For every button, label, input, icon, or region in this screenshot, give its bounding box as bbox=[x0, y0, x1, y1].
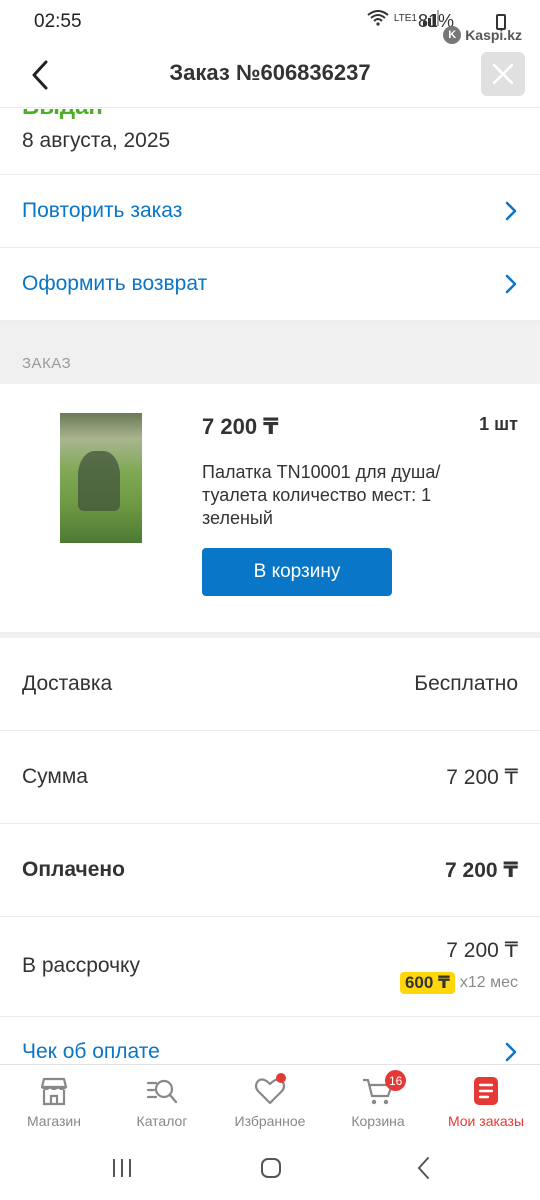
order-status: Выдан bbox=[22, 109, 103, 121]
installment-row: В рассрочку 7 200 ₸ 600 ₸ х12 мес bbox=[0, 917, 540, 1017]
catalog-search-icon bbox=[146, 1079, 178, 1104]
installment-value: 7 200 ₸ bbox=[446, 939, 518, 962]
tab-catalog[interactable]: Каталог bbox=[108, 1065, 216, 1138]
header: Заказ №606836237 bbox=[0, 44, 540, 108]
product-image[interactable] bbox=[60, 413, 142, 543]
favorites-notification-dot bbox=[276, 1073, 286, 1083]
repeat-order-label: Повторить заказ bbox=[22, 199, 183, 222]
status-bar: 02:55 LTE1 81% K Kaspi.kz bbox=[0, 0, 540, 44]
brand-label: Kaspi.kz bbox=[465, 27, 522, 43]
item-quantity: 1 шт bbox=[479, 414, 518, 434]
page-title: Заказ №606836237 bbox=[169, 60, 371, 85]
add-to-cart-button[interactable]: В корзину bbox=[202, 548, 392, 596]
sum-value: 7 200 ₸ bbox=[446, 765, 518, 789]
delivery-value: Бесплатно bbox=[414, 672, 518, 695]
chevron-right-icon bbox=[505, 201, 517, 221]
kaspi-logo-icon: K bbox=[443, 26, 462, 44]
product-name[interactable]: Палатка TN10001 для душа/туалета количес… bbox=[202, 461, 502, 530]
product-image-detail bbox=[78, 451, 120, 511]
order-date: 8 августа, 2025 bbox=[22, 129, 171, 152]
tab-my-orders-label: Мои заказы bbox=[447, 1113, 525, 1129]
installment-term: х12 мес bbox=[459, 974, 518, 991]
payment-receipt-label: Чек об оплате bbox=[22, 1040, 160, 1063]
tab-shop-label: Магазин bbox=[26, 1113, 81, 1129]
tab-my-orders[interactable]: Мои заказы bbox=[432, 1065, 540, 1138]
recent-apps-icon[interactable] bbox=[110, 1156, 134, 1180]
delivery-row: Доставка Бесплатно bbox=[0, 638, 540, 731]
orders-icon bbox=[474, 1077, 498, 1105]
system-nav-bar bbox=[0, 1138, 540, 1200]
close-icon bbox=[492, 63, 514, 85]
status-time: 02:55 bbox=[34, 11, 82, 32]
order-section-label: ЗАКАЗ bbox=[22, 355, 72, 372]
delivery-label: Доставка bbox=[22, 672, 113, 695]
chevron-right-icon bbox=[505, 274, 517, 294]
order-details[interactable]: Выдан 8 августа, 2025 Повторить заказ Оф… bbox=[0, 109, 540, 1064]
installment-monthly-badge: 600 ₸ bbox=[399, 972, 455, 994]
bottom-tab-bar: Магазин Каталог Избранное 16 Корзина Мои… bbox=[0, 1064, 540, 1138]
installment-monthly: 600 ₸ х12 мес bbox=[399, 972, 518, 994]
tab-favorites[interactable]: Избранное bbox=[216, 1065, 324, 1138]
order-status-block: Выдан 8 августа, 2025 bbox=[0, 109, 540, 175]
tab-cart-label: Корзина bbox=[351, 1113, 405, 1129]
paid-row: Оплачено 7 200 ₸ bbox=[0, 824, 540, 917]
chevron-right-icon bbox=[505, 1042, 517, 1062]
order-item: 7 200 ₸ 1 шт Палатка TN10001 для душа/ту… bbox=[0, 384, 540, 638]
cart-count-badge: 16 bbox=[385, 1070, 407, 1091]
home-icon[interactable] bbox=[259, 1156, 283, 1180]
sum-label: Сумма bbox=[22, 765, 88, 788]
section-header: ЗАКАЗ bbox=[0, 321, 540, 384]
nav-back-icon[interactable] bbox=[412, 1156, 436, 1180]
tab-cart[interactable]: 16 Корзина bbox=[324, 1065, 432, 1138]
tab-shop[interactable]: Магазин bbox=[0, 1065, 108, 1138]
shop-icon bbox=[40, 1077, 68, 1106]
wifi-icon bbox=[367, 10, 389, 26]
paid-value: 7 200 ₸ bbox=[445, 858, 518, 882]
item-price: 7 200 ₸ bbox=[202, 414, 279, 439]
brand-watermark: K Kaspi.kz bbox=[443, 26, 522, 44]
return-order-label: Оформить возврат bbox=[22, 272, 208, 295]
network-type: LTE1 bbox=[393, 12, 417, 24]
paid-label: Оплачено bbox=[22, 858, 125, 881]
tab-favorites-label: Избранное bbox=[234, 1113, 306, 1129]
sum-row: Сумма 7 200 ₸ bbox=[0, 731, 540, 824]
installment-label: В рассрочку bbox=[22, 954, 140, 977]
return-order-row[interactable]: Оформить возврат bbox=[0, 248, 540, 321]
payment-receipt-row[interactable]: Чек об оплате bbox=[0, 1017, 540, 1064]
repeat-order-row[interactable]: Повторить заказ bbox=[0, 175, 540, 248]
tab-catalog-label: Каталог bbox=[136, 1113, 188, 1129]
close-button[interactable] bbox=[481, 52, 525, 96]
